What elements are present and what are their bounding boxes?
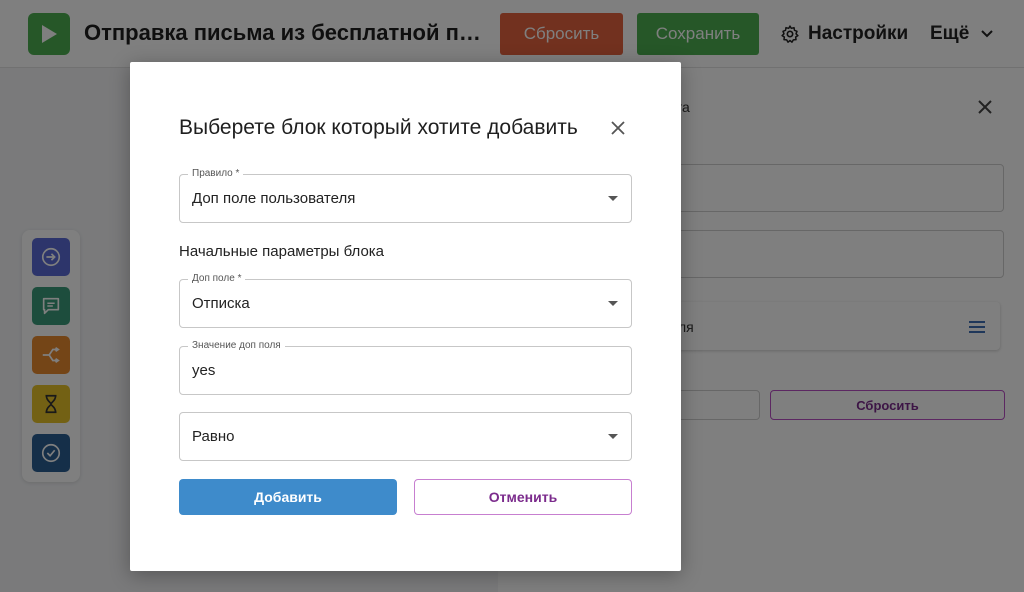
extra-field-label: Доп поле *	[188, 273, 246, 285]
extra-field-select[interactable]: Доп поле * Отписка	[179, 273, 632, 328]
value-input-label: Значение доп поля	[188, 340, 285, 352]
extra-field-value: Отписка	[192, 295, 250, 312]
operator-select[interactable]: Равно	[179, 412, 632, 461]
value-input-text: yes	[192, 362, 216, 379]
add-block-dialog: Выберете блок который хотите добавить Пр…	[130, 62, 681, 571]
operator-select-value: Равно	[192, 428, 235, 445]
rule-select[interactable]: Правило * Доп поле пользователя	[179, 168, 632, 223]
caret-down-icon	[608, 196, 618, 201]
close-icon[interactable]	[610, 120, 626, 136]
section-heading: Начальные параметры блока	[179, 243, 385, 260]
cancel-button[interactable]: Отменить	[414, 479, 632, 515]
rule-select-value: Доп поле пользователя	[192, 190, 356, 207]
caret-down-icon	[608, 434, 618, 439]
caret-down-icon	[608, 301, 618, 306]
add-button[interactable]: Добавить	[179, 479, 397, 515]
rule-select-label: Правило *	[188, 168, 244, 180]
dialog-title: Выберете блок который хотите добавить	[179, 116, 578, 139]
extra-field-value-input[interactable]: Значение доп поля yes	[179, 340, 632, 395]
